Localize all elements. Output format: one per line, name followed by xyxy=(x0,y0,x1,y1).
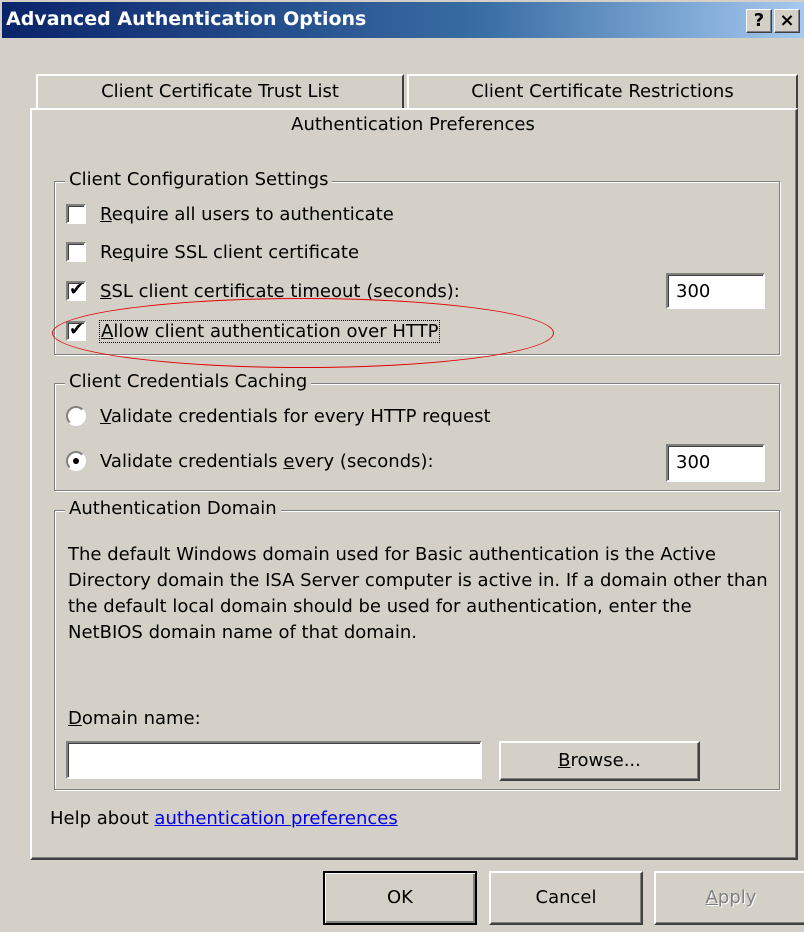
domain-description: The default Windows domain used for Basi… xyxy=(68,544,768,643)
tab-client-certificate-trust-list[interactable]: Client Certificate Trust List xyxy=(36,74,404,108)
cache-seconds-input[interactable]: 300 xyxy=(666,444,765,482)
ssl-timeout-checkbox[interactable]: ✔ xyxy=(66,279,86,301)
help-button[interactable]: ? xyxy=(746,9,772,33)
title-bar[interactable]: Advanced Authentication Options ? × xyxy=(2,2,804,38)
tab-authentication-preferences[interactable]: Authentication Preferences xyxy=(30,108,796,142)
ssl-timeout-input[interactable]: 300 xyxy=(666,273,765,309)
radio-label: Validate credentials every (seconds): xyxy=(100,450,434,472)
window-title: Advanced Authentication Options xyxy=(6,8,367,30)
allow-http-auth-checkbox[interactable]: ✔ xyxy=(66,319,86,341)
close-button[interactable]: × xyxy=(774,9,800,33)
allow-http-auth-row[interactable]: ✔ Allow client authentication over HTTP xyxy=(66,317,441,345)
ssl-timeout-row[interactable]: ✔ SSL client certificate timeout (second… xyxy=(66,277,460,305)
group-legend: Client Credentials Caching xyxy=(65,371,312,392)
checkmark-icon: ✔ xyxy=(69,279,85,300)
checkbox-label: Allow client authentication over HTTP xyxy=(98,319,441,343)
domain-name-label: Domain name: xyxy=(68,708,201,729)
require-all-users-checkbox[interactable] xyxy=(66,204,86,224)
checkbox-label: Require SSL client certificate xyxy=(100,241,360,263)
help-text: Help about authentication preferences xyxy=(50,808,398,829)
apply-button[interactable]: Apply xyxy=(654,871,804,925)
checkbox-label: Require all users to authenticate xyxy=(100,203,394,225)
checkbox-label: SSL client certificate timeout (seconds)… xyxy=(100,280,460,302)
help-link[interactable]: authentication preferences xyxy=(154,808,397,829)
require-all-users-row[interactable]: Require all users to authenticate xyxy=(66,200,394,228)
tab-client-certificate-restrictions[interactable]: Client Certificate Restrictions xyxy=(407,74,798,108)
require-ssl-cert-row[interactable]: Require SSL client certificate xyxy=(66,238,359,266)
cancel-button[interactable]: Cancel xyxy=(489,871,643,925)
validate-every-seconds-row[interactable]: Validate credentials every (seconds): xyxy=(66,447,434,475)
group-legend: Authentication Domain xyxy=(65,498,281,519)
checkmark-icon: ✔ xyxy=(69,319,85,340)
validate-every-request-row[interactable]: Validate credentials for every HTTP requ… xyxy=(66,402,491,430)
validate-every-seconds-radio[interactable] xyxy=(66,451,86,471)
radio-selected-icon xyxy=(73,458,79,464)
dialog-window: Advanced Authentication Options ? × Clie… xyxy=(0,0,804,932)
domain-name-input[interactable] xyxy=(66,741,482,779)
ok-button[interactable]: OK xyxy=(323,871,477,925)
browse-button[interactable]: Browse... xyxy=(499,741,700,781)
require-ssl-cert-checkbox[interactable] xyxy=(66,242,86,262)
group-legend: Client Configuration Settings xyxy=(65,169,333,190)
radio-label: Validate credentials for every HTTP requ… xyxy=(100,405,491,427)
validate-every-request-radio[interactable] xyxy=(66,406,86,426)
